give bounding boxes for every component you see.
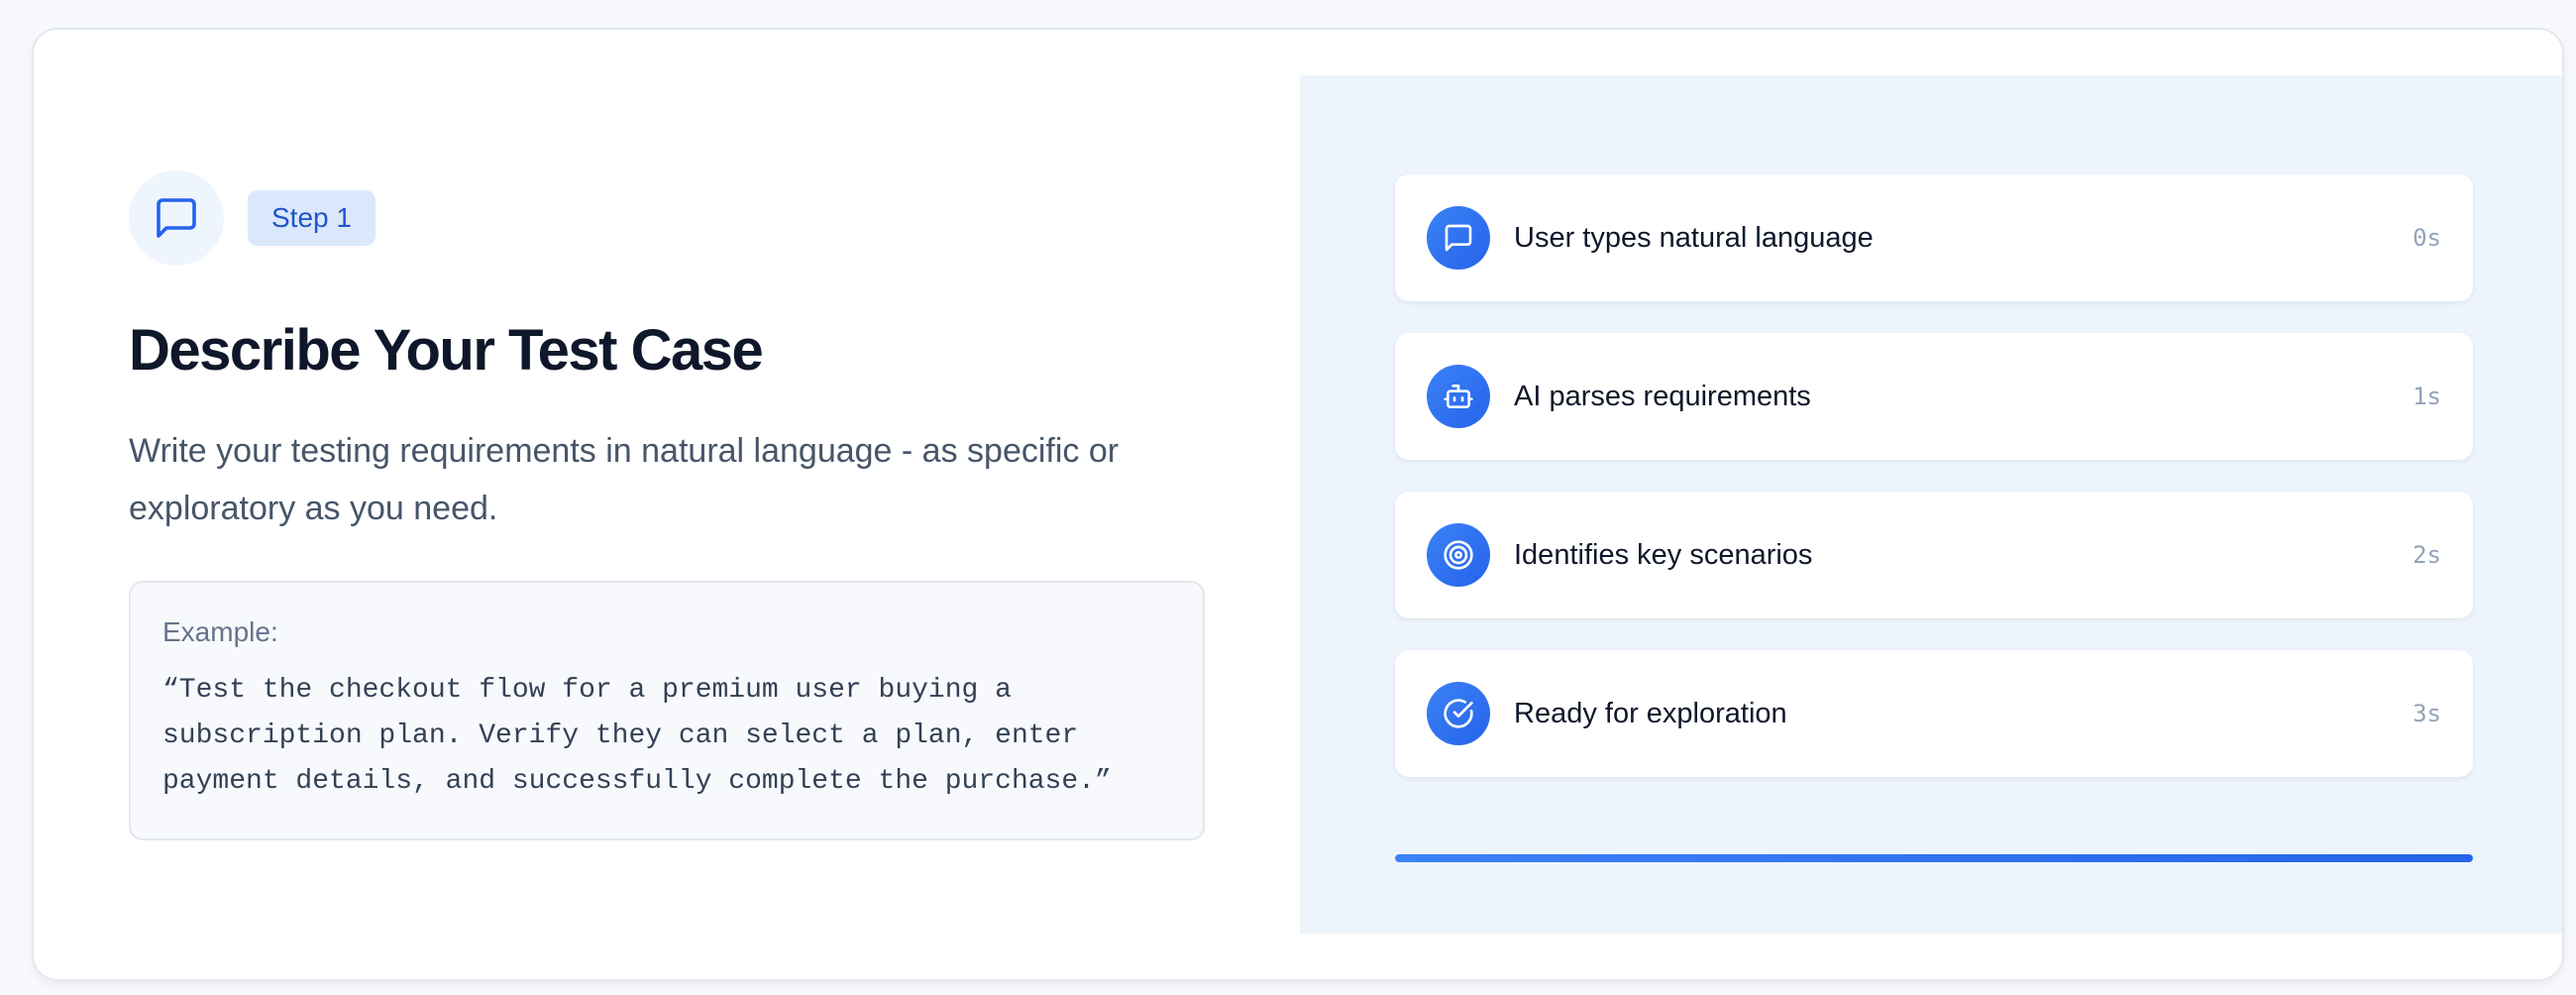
pipeline-step: User types natural language 0s bbox=[1395, 174, 2473, 301]
pipeline-step-time: 0s bbox=[2413, 224, 2441, 252]
pipeline-step-label: AI parses requirements bbox=[1514, 380, 1811, 412]
pipeline-step: Identifies key scenarios 2s bbox=[1395, 492, 2473, 618]
message-square-icon bbox=[1427, 206, 1490, 270]
pipeline-step: AI parses requirements 1s bbox=[1395, 333, 2473, 460]
check-circle-icon bbox=[1427, 682, 1490, 745]
step-description: Step 1 Describe Your Test Case Write you… bbox=[129, 30, 1209, 979]
pipeline-step: Ready for exploration 3s bbox=[1395, 650, 2473, 777]
pipeline-steps: User types natural language 0s AI parses… bbox=[1395, 174, 2473, 809]
message-square-icon bbox=[129, 170, 224, 266]
pipeline-step-time: 1s bbox=[2413, 383, 2441, 410]
example-text: “Test the checkout flow for a premium us… bbox=[162, 675, 1112, 797]
step-badge: Step 1 bbox=[248, 190, 376, 246]
pipeline-panel: User types natural language 0s AI parses… bbox=[1300, 75, 2562, 934]
example-label: Example: bbox=[162, 616, 278, 647]
step-header: Step 1 bbox=[129, 170, 376, 266]
target-icon bbox=[1427, 523, 1490, 587]
pipeline-step-label: Ready for exploration bbox=[1514, 697, 1787, 729]
bot-icon bbox=[1427, 365, 1490, 428]
progress-fill bbox=[1395, 854, 2473, 862]
progress-bar bbox=[1395, 854, 2473, 862]
feature-card: Step 1 Describe Your Test Case Write you… bbox=[32, 28, 2564, 981]
step-subtitle: Write your testing requirements in natur… bbox=[129, 432, 1120, 527]
pipeline-step-label: Identifies key scenarios bbox=[1514, 538, 1813, 571]
example-box: Example: “Test the checkout flow for a p… bbox=[129, 581, 1205, 840]
pipeline-step-time: 3s bbox=[2413, 700, 2441, 727]
pipeline-step-time: 2s bbox=[2413, 541, 2441, 569]
page-title: Describe Your Test Case bbox=[129, 318, 764, 383]
pipeline-step-label: User types natural language bbox=[1514, 221, 1874, 254]
